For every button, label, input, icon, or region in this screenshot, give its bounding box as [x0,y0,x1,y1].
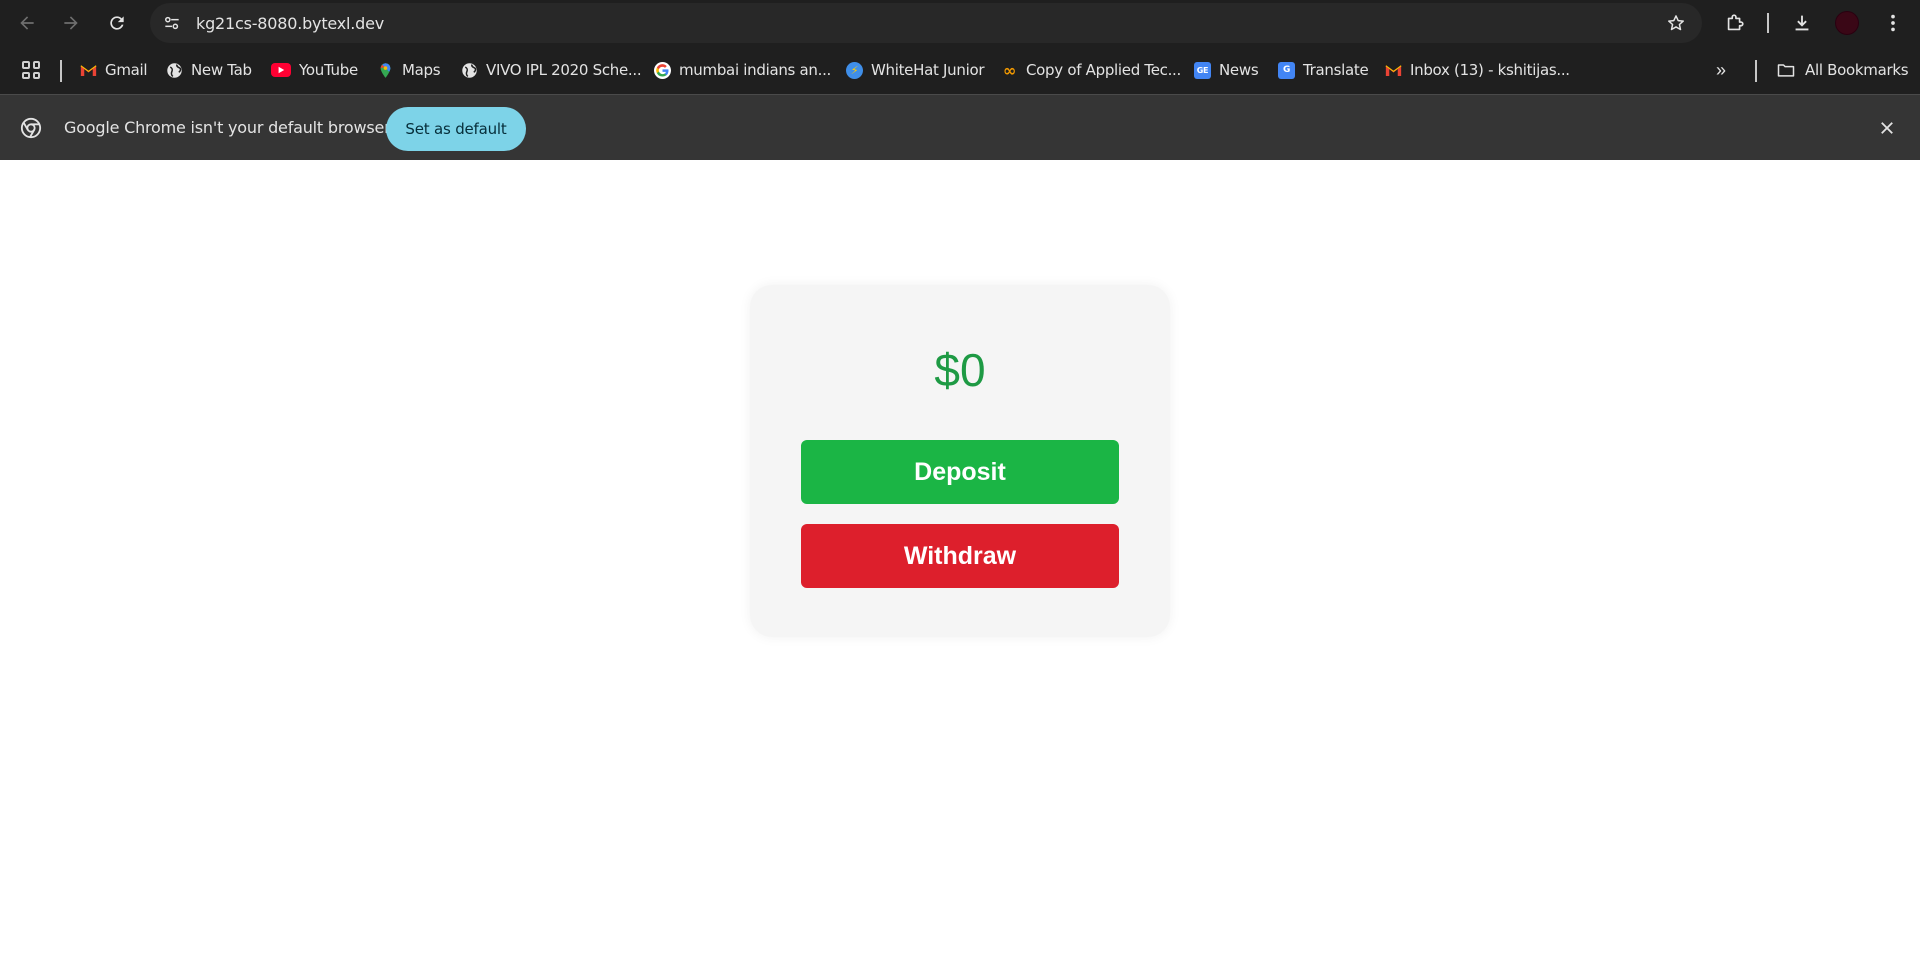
google-translate-icon: G [1278,61,1295,79]
arrow-left-icon [20,16,34,30]
back-button[interactable] [12,8,42,38]
deposit-button[interactable]: Deposit [801,440,1119,504]
close-icon[interactable] [1876,117,1898,139]
set-as-default-button[interactable]: Set as default [386,107,526,151]
withdraw-button[interactable]: Withdraw [801,524,1119,588]
apps-grid-icon[interactable] [22,61,40,79]
bookmark-label: WhiteHat Junior [871,61,985,79]
globe-icon [461,62,478,79]
bookmark-maps[interactable]: Maps [377,58,441,82]
bookmarks-bar: Gmail New Tab YouTube Maps VIVO IPL 2020… [0,46,1920,94]
bookmark-label: Gmail [105,61,148,79]
bookmark-label: New Tab [191,61,252,79]
infobar-message: Google Chrome isn't your default browser [64,118,391,137]
browser-toolbar: kg21cs-8080.bytexl.dev [0,0,1920,46]
default-browser-infobar: Google Chrome isn't your default browser… [0,94,1920,160]
bookmark-label: Copy of Applied Tec... [1026,61,1181,79]
bookmark-inbox[interactable]: Inbox (13) - kshitijas... [1385,58,1570,82]
bookmark-label: Translate [1303,61,1369,79]
reload-button[interactable] [102,8,132,38]
bookmark-new-tab[interactable]: New Tab [166,58,252,82]
url-text[interactable]: kg21cs-8080.bytexl.dev [196,14,384,33]
bookmark-whitehat-junior[interactable]: ⚡ WhiteHat Junior [846,58,984,82]
star-icon[interactable] [1666,13,1686,33]
gmail-icon [1385,62,1402,79]
arrow-right-icon [64,16,78,30]
bookmark-translate[interactable]: G Translate [1278,58,1369,82]
profile-avatar[interactable] [1835,11,1859,35]
bookmark-copy-applied[interactable]: ∞ Copy of Applied Tec... [1001,58,1181,82]
google-icon [654,61,671,79]
puzzle-icon[interactable] [1723,11,1747,35]
reload-icon [110,16,124,30]
all-bookmarks-button[interactable]: All Bookmarks [1776,58,1909,82]
bookmark-label: mumbai indians an... [679,61,832,79]
bookmark-label: Inbox (13) - kshitijas... [1410,61,1570,79]
bookmark-youtube[interactable]: YouTube [271,58,358,82]
folder-icon [1777,64,1795,77]
download-icon[interactable] [1790,11,1814,35]
maps-pin-icon [377,62,394,79]
gmail-icon [80,62,97,79]
bookmarks-divider [60,60,62,82]
bookmark-news[interactable]: GE News [1194,58,1259,82]
kebab-menu-icon[interactable] [1881,11,1905,35]
balance-display: $0 [934,344,986,396]
bank-card: $0 Deposit Withdraw [750,285,1170,637]
toolbar-divider [1767,13,1769,33]
youtube-icon [271,63,291,77]
bookmark-label: YouTube [299,61,358,79]
bookmarks-overflow-button[interactable]: » [1716,60,1726,81]
all-bookmarks-label: All Bookmarks [1805,61,1909,79]
bookmark-label: VIVO IPL 2020 Sche... [486,61,642,79]
chrome-logo-icon [20,117,42,139]
whitehat-icon: ⚡ [846,61,863,79]
forward-button[interactable] [56,8,86,38]
bookmark-gmail[interactable]: Gmail [80,58,148,82]
bookmark-mumbai-indians[interactable]: mumbai indians an... [654,58,831,82]
tune-icon[interactable] [160,11,184,35]
bookmark-label: News [1219,61,1259,79]
bookmarks-divider [1755,60,1757,82]
google-news-icon: GE [1194,61,1211,79]
infinity-icon: ∞ [1002,60,1017,80]
globe-icon [166,62,183,79]
bookmark-label: Maps [402,61,441,79]
bookmark-vivo-ipl[interactable]: VIVO IPL 2020 Sche... [461,58,642,82]
address-bar[interactable]: kg21cs-8080.bytexl.dev [150,3,1702,43]
